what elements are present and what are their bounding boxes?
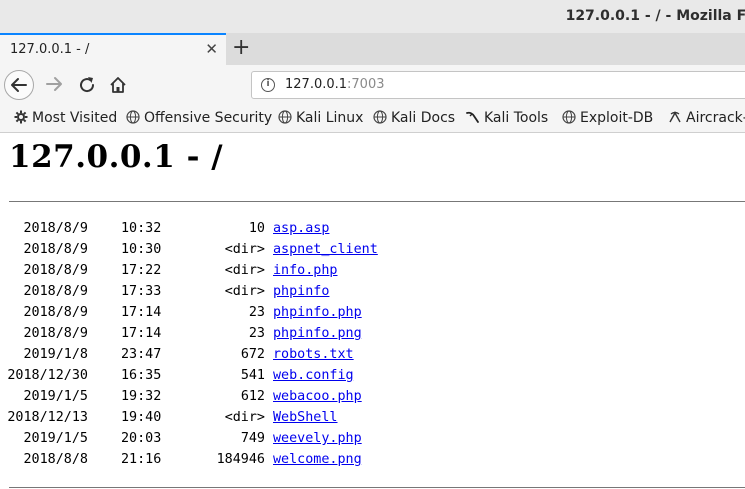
entry-link[interactable]: web.config	[273, 368, 354, 383]
entry-link[interactable]: asp.asp	[273, 221, 329, 236]
back-arrow-icon	[11, 78, 27, 92]
bookmark-kali-linux[interactable]: Kali Linux	[278, 108, 363, 128]
bookmark-label: Kali Linux	[296, 110, 364, 126]
globe-icon	[126, 110, 140, 124]
navigation-toolbar: i 127.0.0.1:7003	[0, 65, 745, 105]
entry-link[interactable]: robots.txt	[273, 347, 354, 362]
bookmark-label: Offensive Security	[144, 110, 273, 126]
globe-icon	[562, 110, 576, 124]
divider	[9, 487, 745, 488]
entry-size: <dir>	[224, 263, 265, 278]
page-title: 127.0.0.1 - /	[9, 139, 224, 175]
tab-close-icon[interactable]: ✕	[205, 40, 218, 58]
entry-link[interactable]: info.php	[273, 263, 338, 278]
bookmark-label: Exploit-DB	[580, 110, 654, 126]
entry-date: 2018/12/13	[7, 410, 88, 425]
entry-time: 16:35	[121, 368, 162, 383]
site-info-icon[interactable]: i	[261, 78, 275, 92]
entry-link[interactable]: phpinfo	[273, 284, 329, 299]
home-button[interactable]	[108, 75, 128, 95]
window-title: 127.0.0.1 - / - Mozilla Fi	[565, 8, 745, 24]
url-text[interactable]: 127.0.0.1:7003	[285, 77, 385, 92]
entry-size: 184946	[216, 452, 265, 467]
tab-title: 127.0.0.1 - /	[10, 42, 90, 57]
tab-strip: 127.0.0.1 - / ✕ +	[0, 33, 745, 65]
divider	[9, 201, 745, 202]
antenna-icon	[669, 111, 681, 123]
entry-size: <dir>	[224, 284, 265, 299]
entry-date: 2018/8/9	[23, 326, 89, 341]
entry-size: 541	[240, 368, 265, 383]
entry-size: 23	[248, 305, 265, 320]
gear-icon	[14, 110, 28, 124]
entry-link[interactable]: WebShell	[273, 410, 338, 425]
entry-link[interactable]: phpinfo.png	[273, 326, 362, 341]
entry-size: <dir>	[224, 242, 265, 257]
bookmark-label: Kali Docs	[391, 110, 456, 126]
entry-size: <dir>	[224, 410, 265, 425]
entry-link[interactable]: aspnet_client	[273, 242, 378, 257]
bookmark-offensive-security[interactable]: Offensive Security	[126, 108, 272, 128]
entry-date: 2018/8/9	[23, 305, 89, 320]
page-content: 127.0.0.1 - / 2018/8/9 10:32 10 asp.asp 2018…	[0, 133, 745, 489]
entry-time: 23:47	[121, 347, 162, 362]
bookmark-label: Kali Tools	[484, 110, 549, 126]
entry-size: 749	[240, 431, 265, 446]
entry-date: 2018/8/9	[23, 242, 89, 257]
bookmark-label: Aircrack-	[686, 110, 745, 126]
back-button[interactable]	[4, 70, 34, 100]
entry-size: 612	[240, 389, 265, 404]
entry-date: 2018/8/9	[23, 284, 89, 299]
entry-time: 17:14	[121, 305, 162, 320]
forward-button[interactable]	[44, 74, 64, 94]
entry-date: 2018/8/8	[23, 452, 89, 467]
kali-dragon-icon	[466, 111, 479, 123]
bookmark-kali-tools[interactable]: Kali Tools	[466, 108, 548, 128]
bookmark-label: Most Visited	[32, 110, 118, 126]
bookmark-kali-docs[interactable]: Kali Docs	[373, 108, 455, 128]
bookmark-exploit-db[interactable]: Exploit-DB	[562, 108, 653, 128]
entry-time: 20:03	[121, 431, 162, 446]
entry-date: 2019/1/5	[23, 389, 89, 404]
entry-size: 672	[240, 347, 265, 362]
entry-link[interactable]: welcome.png	[273, 452, 362, 467]
entry-time: 21:16	[121, 452, 162, 467]
entry-size: 10	[248, 221, 265, 236]
reload-button[interactable]	[77, 75, 97, 95]
entry-link[interactable]: weevely.php	[273, 431, 362, 446]
entry-date: 2018/8/9	[23, 263, 89, 278]
entry-size: 23	[248, 326, 265, 341]
globe-icon	[278, 110, 292, 124]
url-host: 127.0.0.1	[285, 77, 348, 92]
entry-link[interactable]: webacoo.php	[273, 389, 362, 404]
bookmark-most-visited[interactable]: Most Visited	[14, 108, 117, 128]
url-bar[interactable]: i 127.0.0.1:7003	[251, 71, 745, 99]
entry-time: 17:33	[121, 284, 162, 299]
url-port: :7003	[347, 77, 385, 92]
entry-date: 2019/1/8	[23, 347, 89, 362]
entry-time: 10:32	[121, 221, 162, 236]
new-tab-button[interactable]: +	[232, 36, 250, 60]
entry-link[interactable]: phpinfo.php	[273, 305, 362, 320]
bookmarks-toolbar: Most Visited Offensive Security Kali Lin…	[0, 105, 745, 133]
entry-time: 19:32	[121, 389, 162, 404]
entry-date: 2018/8/9	[23, 221, 89, 236]
tab-active[interactable]: 127.0.0.1 - / ✕	[0, 33, 226, 65]
entry-date: 2019/1/5	[23, 431, 89, 446]
entry-date: 2018/12/30	[7, 368, 88, 383]
entry-time: 17:14	[121, 326, 162, 341]
globe-icon	[373, 110, 387, 124]
window-titlebar: 127.0.0.1 - / - Mozilla Fi	[0, 0, 745, 34]
entry-time: 19:40	[121, 410, 162, 425]
entry-time: 10:30	[121, 242, 162, 257]
bookmark-aircrack[interactable]: Aircrack-	[668, 108, 745, 128]
entry-time: 17:22	[121, 263, 162, 278]
